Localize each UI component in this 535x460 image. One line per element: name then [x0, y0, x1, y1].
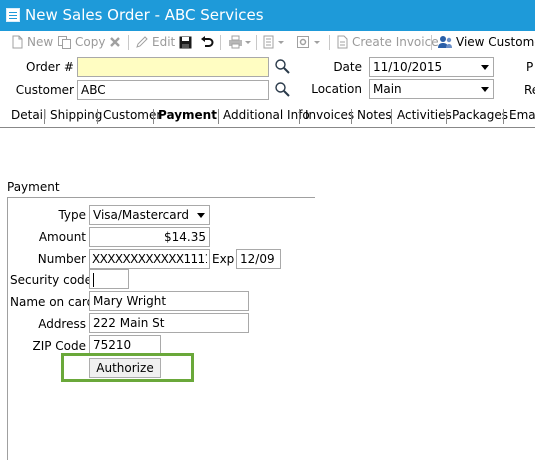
tab-separator: [351, 109, 352, 124]
tab-packages[interactable]: Packages: [452, 105, 508, 127]
card-type-select[interactable]: Visa/Mastercard: [89, 205, 210, 225]
zip-code-input[interactable]: 75210: [89, 335, 161, 355]
delete-button[interactable]: [109, 33, 121, 51]
date-picker[interactable]: 11/10/2015: [369, 57, 494, 77]
amount-input[interactable]: $14.35: [89, 227, 210, 247]
undo-icon: [201, 36, 214, 47]
toolbar: New Copy Edit Create Invoice View Custom…: [0, 31, 535, 53]
tab-separator: [153, 109, 154, 124]
location-label: Location: [311, 82, 362, 96]
section-border: [7, 198, 8, 460]
security-code-label: Security code: [10, 273, 93, 287]
tab-separator: [503, 109, 504, 124]
edit-icon: [136, 36, 148, 48]
settings-button[interactable]: [296, 33, 322, 51]
tab-shipping[interactable]: Shipping: [50, 105, 102, 127]
view-customer-icon: [438, 36, 452, 48]
settings-icon: [297, 36, 320, 48]
toolbar-separator: [329, 35, 330, 50]
new-label: New: [27, 35, 54, 49]
save-button[interactable]: [179, 33, 192, 51]
location-select[interactable]: Main: [369, 79, 494, 99]
order-number-label: Order #: [26, 60, 74, 74]
toolbar-separator: [256, 35, 257, 50]
print-button[interactable]: [228, 33, 252, 51]
tab-separator: [391, 109, 392, 124]
section-divider: [7, 197, 315, 198]
tab-separator: [446, 109, 447, 124]
card-number-label: Number: [37, 252, 86, 266]
chevron-down-icon: [481, 87, 489, 92]
truncated-label-right-1: P: [526, 60, 534, 74]
tab-notes[interactable]: Notes: [357, 105, 392, 127]
address-input[interactable]: 222 Main St: [89, 313, 249, 333]
copy-button[interactable]: Copy: [57, 33, 105, 51]
toolbar-separator: [220, 35, 221, 50]
address-label: Address: [38, 317, 86, 331]
title-bar: New Sales Order - ABC Services: [0, 0, 535, 31]
card-number-input[interactable]: XXXXXXXXXXXX1111: [89, 249, 210, 269]
authorize-button[interactable]: Authorize: [89, 358, 161, 378]
view-customer-button[interactable]: View Customer: [437, 33, 535, 51]
type-label: Type: [58, 208, 86, 222]
amount-label: Amount: [38, 230, 86, 244]
exp-label: Exp: [212, 252, 235, 266]
edit-button[interactable]: Edit: [135, 33, 175, 51]
tab-activities[interactable]: Activities: [397, 105, 452, 127]
name-on-card-label: Name on card: [10, 295, 95, 309]
form-icon: [6, 8, 20, 22]
copy-icon: [58, 36, 71, 49]
date-label: Date: [333, 60, 362, 74]
tab-separator: [218, 109, 219, 124]
tab-separator: [44, 109, 45, 124]
order-number-input[interactable]: [77, 57, 269, 77]
customer-search-icon[interactable]: [274, 81, 291, 98]
tab-separator: [299, 109, 300, 124]
window-title: New Sales Order - ABC Services: [25, 6, 264, 24]
tab-detail[interactable]: Detail: [11, 105, 46, 127]
edit-label: Edit: [152, 35, 176, 49]
print-icon: [229, 35, 251, 49]
exp-input[interactable]: 12/09: [236, 249, 281, 269]
tab-payment[interactable]: Payment: [158, 105, 217, 127]
order-search-icon[interactable]: [274, 58, 291, 75]
create-invoice-button[interactable]: Create Invoice: [336, 33, 439, 51]
report-button[interactable]: [262, 33, 286, 51]
toolbar-separator: [128, 35, 129, 50]
customer-input[interactable]: ABC: [77, 80, 269, 100]
report-icon: [263, 35, 284, 49]
truncated-label-right-2: Re: [524, 83, 535, 97]
tab-strip: Detail Shipping Customer Payment Additio…: [0, 105, 535, 127]
delete-icon: [110, 37, 120, 47]
undo-button[interactable]: [200, 33, 214, 51]
payment-section-title: Payment: [7, 180, 60, 194]
new-button[interactable]: New: [11, 33, 53, 51]
chevron-down-icon: [481, 65, 489, 70]
customer-label: Customer: [15, 83, 74, 97]
tab-separator: [97, 109, 98, 124]
save-icon: [179, 36, 192, 48]
create-invoice-icon: [337, 35, 348, 49]
tab-email[interactable]: Email: [509, 105, 535, 127]
text-cursor: [93, 272, 94, 287]
chevron-down-icon: [197, 213, 205, 218]
tab-additional-info[interactable]: Additional Info: [223, 105, 310, 127]
view-customer-label: View Customer: [456, 35, 535, 49]
name-on-card-input[interactable]: Mary Wright: [89, 291, 249, 311]
create-invoice-label: Create Invoice: [352, 35, 439, 49]
tab-invoices[interactable]: Invoices: [305, 105, 354, 127]
toolbar-separator: [431, 35, 432, 50]
new-icon: [12, 35, 23, 49]
copy-label: Copy: [75, 35, 106, 49]
tab-divider: [0, 127, 535, 128]
security-code-input[interactable]: [89, 269, 129, 289]
